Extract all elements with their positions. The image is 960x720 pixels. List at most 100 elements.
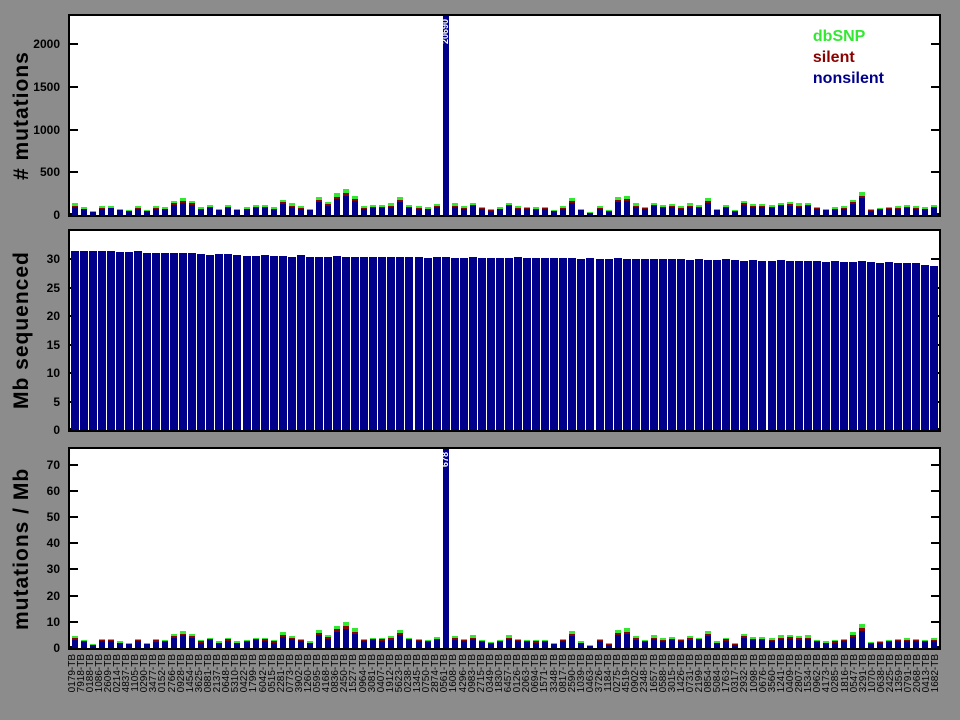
bar-segment-nonsilent <box>569 635 576 648</box>
bar-segment-dbSNP <box>297 206 304 208</box>
bar-segment-silent <box>859 628 866 631</box>
bar-segment-dbSNP <box>216 208 223 210</box>
bar-segment-dbSNP <box>180 198 187 201</box>
bar-segment-silent <box>542 640 549 642</box>
bar-segment-nonsilent <box>397 634 404 648</box>
y-tick-mark <box>70 43 78 46</box>
bar-segment-Mb sequenced <box>532 258 541 430</box>
bar-segment-nonsilent <box>913 641 920 648</box>
bar-segment-Mb sequenced <box>351 256 360 430</box>
bar-segment-dbSNP <box>813 206 820 209</box>
bar-segment-nonsilent <box>696 640 703 648</box>
bar-segment-silent <box>614 199 621 203</box>
bar-segment-silent <box>533 208 540 210</box>
bar-segment-nonsilent <box>705 203 712 215</box>
bar-segment-dbSNP <box>297 638 304 641</box>
bar-segment-dbSNP <box>469 635 476 638</box>
bar-segment-dbSNP <box>931 205 938 207</box>
bar-segment-dbSNP <box>89 643 96 645</box>
bar-segment-nonsilent <box>596 641 603 648</box>
bar-segment-dbSNP <box>786 202 793 205</box>
mb-sequenced-plot-area <box>70 231 939 430</box>
y-tick-mark <box>70 171 78 174</box>
bar-segment-nonsilent <box>506 639 513 648</box>
bar-segment-nonsilent <box>116 210 123 215</box>
bar-segment-dbSNP <box>714 641 721 643</box>
bar-segment-nonsilent <box>451 206 458 215</box>
bar-segment-silent <box>279 634 286 637</box>
bar-segment-nonsilent <box>560 641 567 648</box>
bar-segment-Mb sequenced <box>197 254 206 430</box>
bar-segment-silent <box>515 207 522 209</box>
bar-segment-dbSNP <box>478 206 485 209</box>
bar-segment-dbSNP <box>460 638 467 641</box>
bar-segment-nonsilent <box>352 200 359 215</box>
bar-segment-nonsilent <box>668 207 675 215</box>
bar-segment-nonsilent <box>741 205 748 215</box>
bar-segment-dbSNP <box>931 638 938 640</box>
bar-segment-dbSNP <box>533 640 540 642</box>
mutation-rate-plot-area: 678 <box>70 449 939 648</box>
bar-segment-nonsilent <box>279 636 286 648</box>
bar-segment-dbSNP <box>261 204 268 207</box>
bar-segment-silent <box>460 640 467 642</box>
bar-segment-nonsilent <box>759 207 766 215</box>
bar-segment-silent <box>632 205 639 207</box>
bar-segment-nonsilent <box>687 206 694 215</box>
bar-segment-Mb sequenced <box>722 259 731 430</box>
bar-segment-silent <box>687 205 694 207</box>
bar-segment-Mb sequenced <box>233 254 242 430</box>
bar-segment-silent <box>451 205 458 207</box>
bar-segment-dbSNP <box>243 640 250 642</box>
bar-segment-dbSNP <box>451 636 458 639</box>
bar-segment-dbSNP <box>478 639 485 641</box>
bar-segment-dbSNP <box>804 635 811 638</box>
bar-segment-silent <box>71 638 78 640</box>
bar-segment-dbSNP <box>768 638 775 640</box>
bar-segment-nonsilent <box>895 208 902 215</box>
bar-segment-silent <box>152 207 159 209</box>
bar-segment-Mb sequenced <box>188 252 197 430</box>
bar-segment-nonsilent <box>840 641 847 648</box>
bar-segment-dbSNP <box>515 206 522 208</box>
bar-segment-nonsilent <box>343 196 350 215</box>
bar-segment-silent <box>859 195 866 199</box>
bar-segment-dbSNP <box>750 204 757 207</box>
y-tick-mark <box>931 43 939 46</box>
bar-segment-nonsilent <box>98 641 105 648</box>
bar-segment-Mb sequenced <box>595 258 604 430</box>
bar-segment-nonsilent <box>442 449 449 648</box>
bar-segment-Mb sequenced <box>839 261 848 430</box>
bar-segment-dbSNP <box>614 197 621 200</box>
bar-segment-dbSNP <box>777 635 784 638</box>
bar-segment-dbSNP <box>569 198 576 201</box>
bar-segment-Mb sequenced <box>269 256 278 430</box>
bar-segment-nonsilent <box>741 637 748 648</box>
bar-segment-Mb sequenced <box>740 260 749 430</box>
bar-segment-dbSNP <box>741 200 748 204</box>
bar-segment-nonsilent <box>469 206 476 215</box>
bar-segment-nonsilent <box>424 642 431 648</box>
bar-segment-dbSNP <box>768 205 775 207</box>
bar-segment-Mb sequenced <box>360 257 369 430</box>
bar-segment-silent <box>370 206 377 208</box>
bar-segment-Mb sequenced <box>305 256 314 430</box>
bar-segment-silent <box>433 206 440 208</box>
bar-segment-silent <box>397 632 404 635</box>
bar-segment-silent <box>596 207 603 209</box>
bar-segment-nonsilent <box>415 641 422 648</box>
y-tick-label: 0 <box>53 208 60 222</box>
bar-segment-dbSNP <box>207 204 214 207</box>
bar-segment-nonsilent <box>234 643 241 648</box>
bar-segment-nonsilent <box>189 204 196 215</box>
bar-segment-dbSNP <box>189 200 196 204</box>
spike-value-label: 20690 <box>439 19 450 45</box>
bar-segment-nonsilent <box>813 641 820 648</box>
bar-segment-nonsilent <box>261 207 268 215</box>
bar-segment-Mb sequenced <box>432 257 441 430</box>
y-tick-label: 0 <box>53 641 60 655</box>
legend: dbSNP silent nonsilent <box>813 26 884 89</box>
bar-segment-silent <box>198 208 205 210</box>
bar-segment-dbSNP <box>813 639 820 641</box>
bar-segment-dbSNP <box>678 638 685 641</box>
